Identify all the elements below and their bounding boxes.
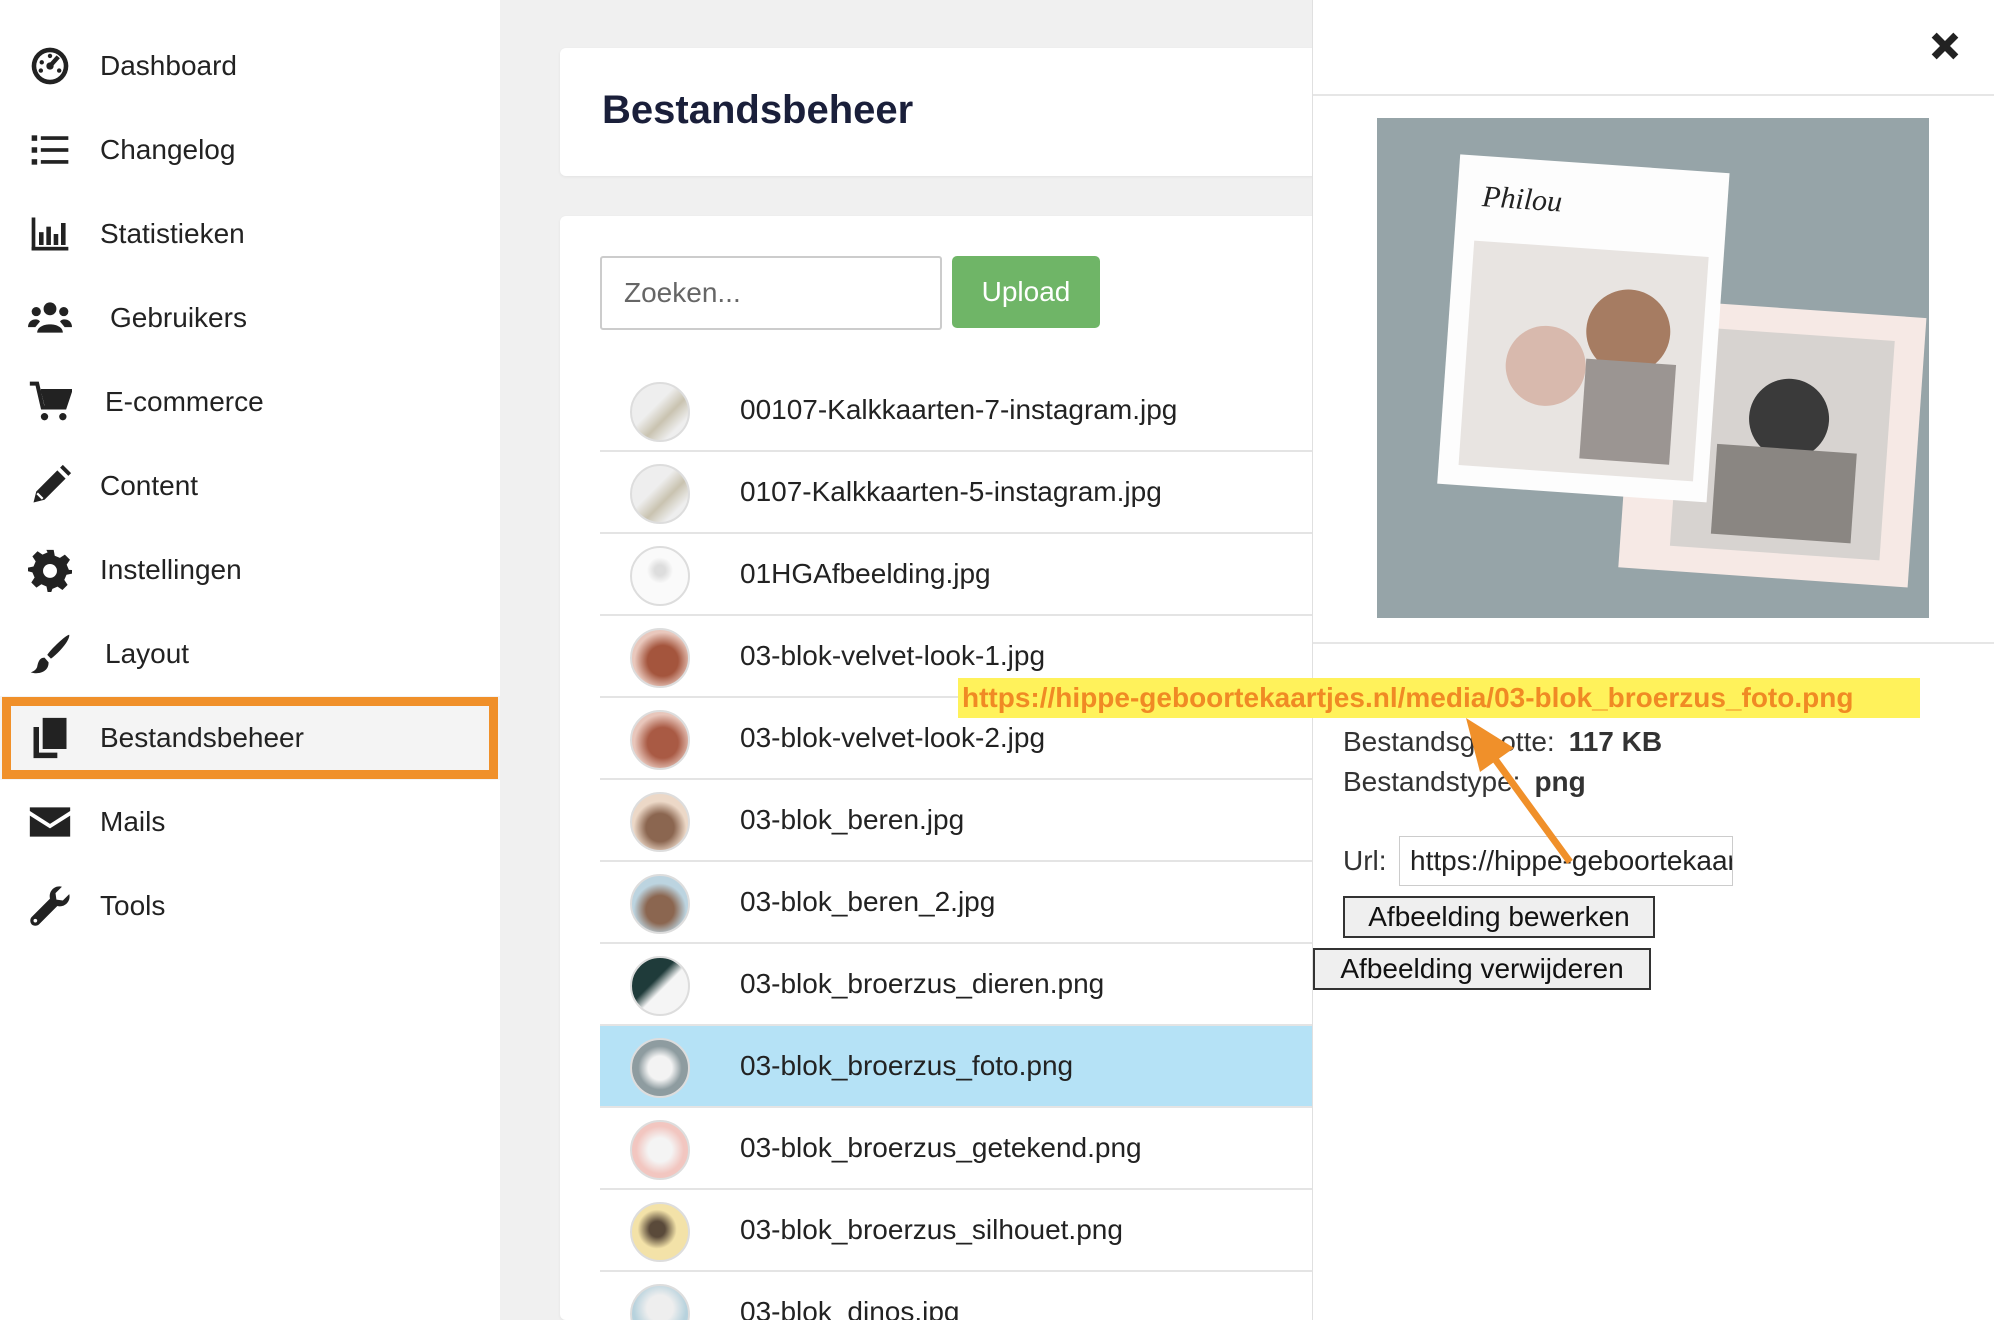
sidebar-item-label: Statistieken (100, 218, 245, 249)
sidebar-item-label: Bestandsbeheer (100, 722, 304, 753)
sidebar-item-tools[interactable]: Tools (0, 864, 500, 948)
preview-caption: Philou (1480, 180, 1563, 219)
panel-header (1313, 0, 1994, 96)
file-row[interactable]: 03-blok_dinos.jpg (600, 1272, 1320, 1320)
gear-icon (28, 548, 72, 592)
file-name: 00107-Kalkkaarten-7-instagram.jpg (740, 394, 1178, 425)
file-row[interactable]: 03-blok_broerzus_silhouet.png (600, 1190, 1320, 1272)
panel-divider (1313, 642, 1994, 644)
edit-image-button[interactable]: Afbeelding bewerken (1343, 896, 1655, 938)
file-name: 03-blok_broerzus_silhouet.png (740, 1214, 1123, 1245)
sidebar-item-statistieken[interactable]: Statistieken (0, 192, 500, 276)
search-input[interactable] (600, 256, 942, 330)
sidebar-item-label: Tools (100, 890, 166, 921)
file-thumbnail (630, 792, 690, 852)
bar-chart-icon (28, 212, 72, 256)
file-row[interactable]: 03-blok_beren_2.jpg (600, 862, 1320, 944)
file-name: 03-blok-velvet-look-2.jpg (740, 722, 1046, 753)
page-title: Bestandsbeheer (602, 88, 914, 132)
file-name: 03-blok_broerzus_getekend.png (740, 1132, 1142, 1163)
wrench-icon (28, 884, 72, 928)
sidebar-item-gebruikers[interactable]: Gebruikers (0, 276, 500, 360)
list-icon (28, 128, 72, 172)
file-thumbnail (630, 628, 690, 688)
close-button[interactable] (1925, 26, 1965, 66)
url-field[interactable] (1399, 836, 1733, 886)
file-row[interactable]: 03-blok_beren.jpg (600, 780, 1320, 862)
file-type-label: Bestandstype: (1343, 766, 1521, 797)
file-thumbnail (630, 1038, 690, 1098)
file-thumbnail (630, 382, 690, 442)
file-name: 03-blok_beren_2.jpg (740, 886, 996, 917)
preview-image: Philou (1377, 118, 1929, 618)
url-label: Url: (1343, 845, 1387, 876)
file-thumbnail (630, 710, 690, 770)
file-size: Bestandsgrootte: 117 KB (1343, 726, 1662, 758)
file-size-value: 117 KB (1568, 726, 1663, 757)
file-thumbnail (630, 1202, 690, 1262)
sidebar-item-label: Gebruikers (110, 302, 247, 333)
envelope-icon (28, 800, 72, 844)
file-type: Bestandstype: png (1343, 766, 1586, 798)
sidebar: Dashboard Changelog Statistieken Gebruik… (0, 0, 500, 1320)
sidebar-item-bestandsbeheer[interactable]: Bestandsbeheer (0, 696, 500, 780)
file-thumbnail (630, 874, 690, 934)
sidebar-item-changelog[interactable]: Changelog (0, 108, 500, 192)
file-row[interactable]: 00107-Kalkkaarten-7-instagram.jpg (600, 370, 1320, 452)
file-name: 03-blok_broerzus_foto.png (740, 1050, 1074, 1081)
sidebar-item-content[interactable]: Content (0, 444, 500, 528)
upload-button[interactable]: Upload (952, 256, 1100, 328)
url-highlight-annotation: https://hippe-geboortekaartjes.nl/media/… (958, 678, 1920, 718)
sidebar-item-label: Instellingen (100, 554, 242, 585)
title-card: Bestandsbeheer (560, 48, 1320, 176)
file-thumbnail (630, 956, 690, 1016)
file-thumbnail (630, 464, 690, 524)
file-row[interactable]: 0107-Kalkkaarten-5-instagram.jpg (600, 452, 1320, 534)
sidebar-item-label: Dashboard (100, 50, 237, 81)
delete-image-button[interactable]: Afbeelding verwijderen (1313, 948, 1651, 990)
file-row[interactable]: 01HGAfbeelding.jpg (600, 534, 1320, 616)
file-name: 01HGAfbeelding.jpg (740, 558, 991, 589)
sidebar-item-mails[interactable]: Mails (0, 780, 500, 864)
sidebar-item-label: Changelog (100, 134, 236, 165)
sidebar-item-instellingen[interactable]: Instellingen (0, 528, 500, 612)
file-list-card: Upload 00107-Kalkkaarten-7-instagram.jpg… (560, 216, 1320, 1320)
pencil-icon (28, 464, 72, 508)
sidebar-item-label: Mails (100, 806, 166, 837)
file-name: 03-blok_beren.jpg (740, 804, 965, 835)
file-thumbnail (630, 546, 690, 606)
file-name: 03-blok_broerzus_dieren.png (740, 968, 1105, 999)
file-type-value: png (1534, 766, 1586, 797)
file-name: 0107-Kalkkaarten-5-instagram.jpg (740, 476, 1162, 507)
sidebar-item-label: E-commerce (105, 386, 264, 417)
dashboard-icon (28, 44, 72, 88)
file-size-label: Bestandsgrootte: (1343, 726, 1555, 757)
cart-icon (28, 380, 72, 424)
sidebar-item-layout[interactable]: Layout (0, 612, 500, 696)
sidebar-item-dashboard[interactable]: Dashboard (0, 24, 500, 108)
sidebar-item-label: Layout (105, 638, 190, 669)
file-thumbnail (630, 1120, 690, 1180)
image-preview: Philou (1377, 118, 1929, 618)
file-thumbnail (630, 1284, 690, 1320)
file-row-selected[interactable]: 03-blok_broerzus_foto.png (600, 1026, 1320, 1108)
file-row[interactable]: 03-blok_broerzus_dieren.png (600, 944, 1320, 1026)
file-detail-panel: Philou Bestandsgrootte: 117 KB Bestandsty… (1312, 0, 1994, 1320)
file-name: 03-blok_dinos.jpg (740, 1296, 960, 1320)
file-name: 03-blok-velvet-look-1.jpg (740, 640, 1046, 671)
file-row[interactable]: 03-blok_broerzus_getekend.png (600, 1108, 1320, 1190)
users-icon (28, 296, 72, 340)
sidebar-item-label: Content (100, 470, 199, 501)
close-icon (1931, 32, 1959, 60)
files-icon (28, 716, 72, 760)
sidebar-item-ecommerce[interactable]: E-commerce (0, 360, 500, 444)
paintbrush-icon (28, 632, 72, 676)
